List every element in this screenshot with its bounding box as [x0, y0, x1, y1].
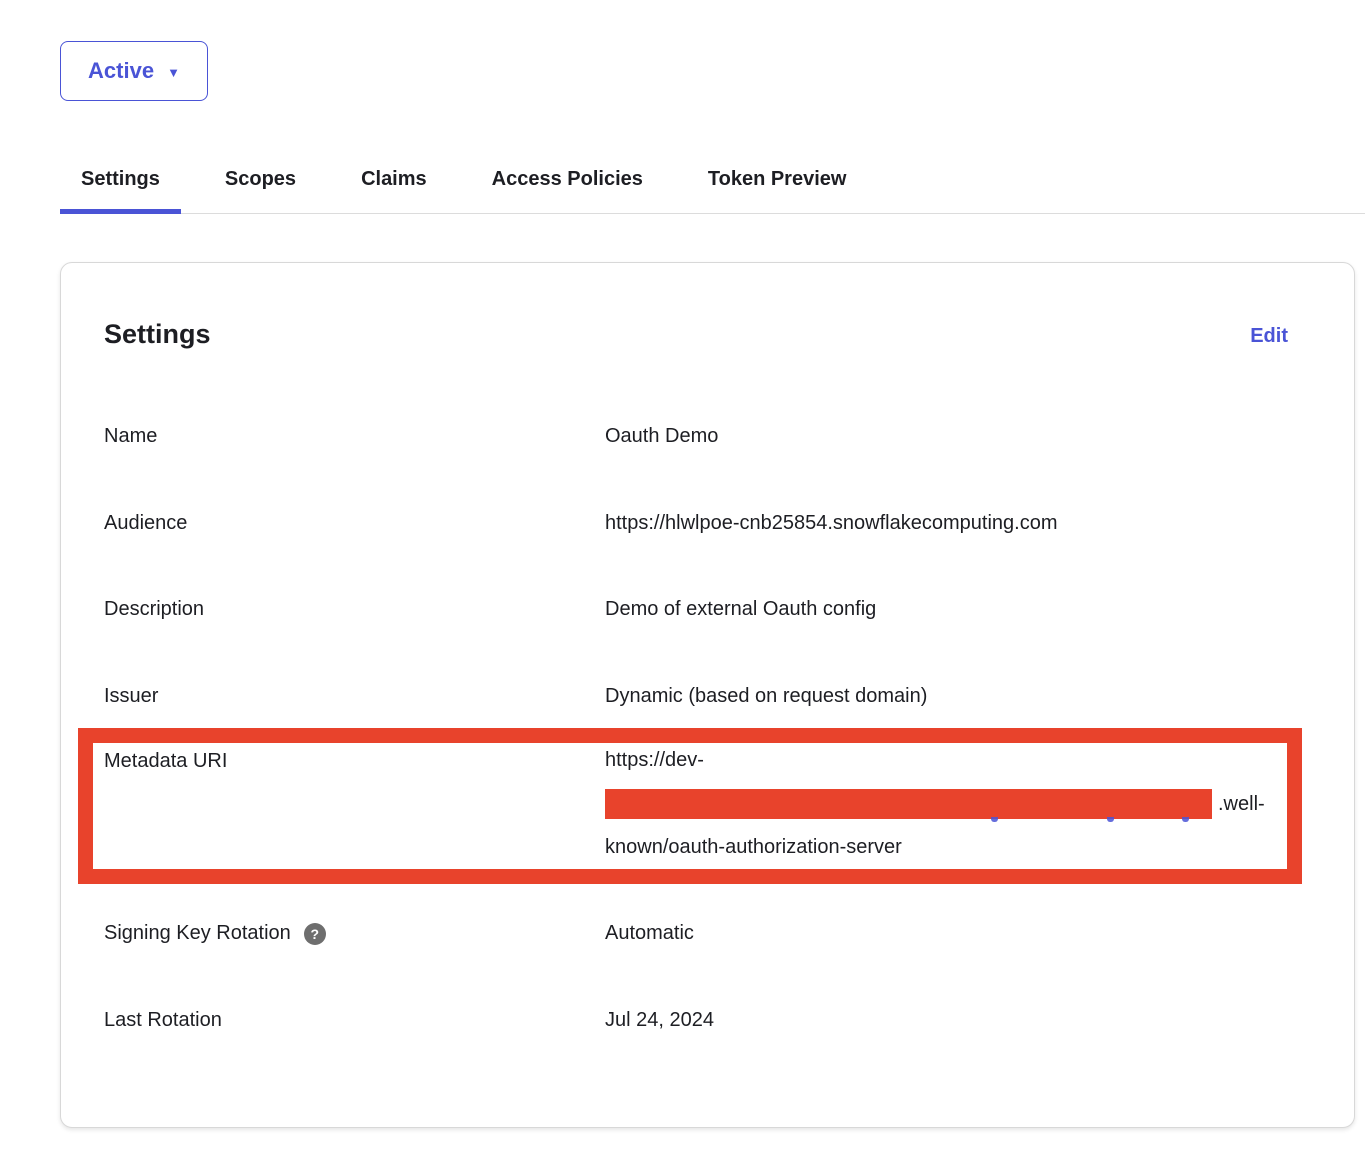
signing-key-rotation-label-text: Signing Key Rotation [104, 922, 291, 945]
edit-button[interactable]: Edit [1250, 325, 1288, 348]
row-description: Description Demo of external Oauth confi… [104, 598, 1311, 621]
redacted-text-descender [1107, 817, 1114, 822]
redaction-bar [605, 789, 1212, 819]
row-audience: Audience https://hlwlpoe-cnb25854.snowfl… [104, 512, 1311, 535]
field-value-issuer: Dynamic (based on request domain) [605, 685, 927, 708]
field-label-signing-key-rotation: Signing Key Rotation ? [104, 922, 605, 945]
page: Active ▼ Settings Scopes Claims Access P… [0, 0, 1365, 1169]
field-label-metadata-uri: Metadata URI [104, 739, 605, 773]
row-issuer: Issuer Dynamic (based on request domain) [104, 685, 1311, 708]
tabbar: Settings Scopes Claims Access Policies T… [60, 158, 1365, 214]
field-value-audience: https://hlwlpoe-cnb25854.snowflakecomput… [605, 512, 1057, 535]
tab-token-preview[interactable]: Token Preview [687, 158, 868, 213]
field-label-last-rotation: Last Rotation [104, 1009, 605, 1032]
metadata-uri-line1: https://dev- [605, 739, 1265, 783]
tab-access-policies[interactable]: Access Policies [471, 158, 664, 213]
redacted-text-descender [1182, 817, 1189, 822]
help-icon[interactable]: ? [304, 923, 326, 945]
field-label-issuer: Issuer [104, 685, 605, 708]
field-label-name: Name [104, 425, 605, 448]
tab-claims[interactable]: Claims [340, 158, 448, 213]
metadata-uri-line2: .well- [605, 783, 1265, 827]
metadata-uri-link[interactable]: https://dev- .well- known/oauth-authoriz… [605, 739, 1265, 870]
redacted-text-descender [991, 817, 998, 822]
settings-card: Settings Edit Name Oauth Demo Audience h… [60, 262, 1355, 1128]
row-last-rotation: Last Rotation Jul 24, 2024 [104, 1009, 1311, 1032]
field-label-description: Description [104, 598, 605, 621]
tab-settings[interactable]: Settings [60, 158, 181, 213]
metadata-uri-line2-suffix: .well- [1218, 793, 1265, 815]
field-label-audience: Audience [104, 512, 605, 535]
status-label: Active [88, 58, 154, 84]
row-name: Name Oauth Demo [104, 425, 1311, 448]
row-metadata-uri: Metadata URI https://dev- .well- known/o… [104, 739, 1311, 870]
field-value-description: Demo of external Oauth config [605, 598, 876, 621]
metadata-uri-line3: known/oauth-authorization-server [605, 826, 1265, 870]
tab-scopes[interactable]: Scopes [204, 158, 317, 213]
caret-down-icon: ▼ [167, 66, 180, 79]
row-signing-key-rotation: Signing Key Rotation ? Automatic [104, 922, 1311, 945]
field-value-last-rotation: Jul 24, 2024 [605, 1009, 714, 1032]
status-dropdown-button[interactable]: Active ▼ [60, 41, 208, 101]
field-value-name: Oauth Demo [605, 425, 718, 448]
card-title: Settings [104, 319, 211, 350]
field-value-signing-key-rotation: Automatic [605, 922, 694, 945]
